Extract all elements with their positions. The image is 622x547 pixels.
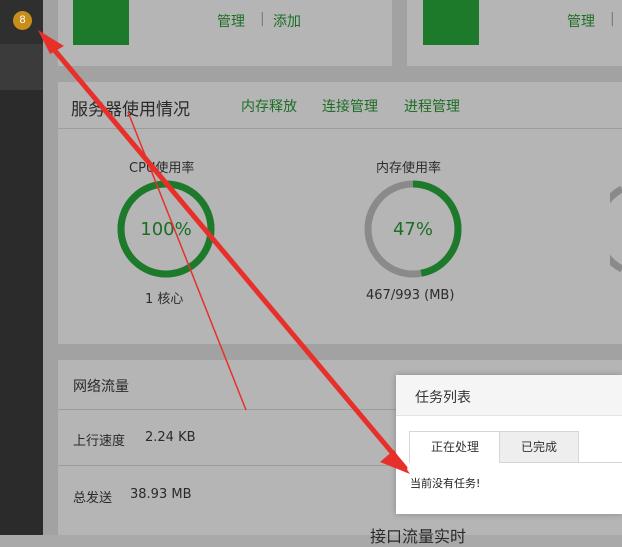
manage-link[interactable]: 管理: [567, 11, 595, 31]
panel-title: 服务器使用情况: [71, 100, 190, 120]
total-sent-value: 38.93 MB: [130, 487, 192, 502]
empty-task-message: 当前没有任务!: [410, 477, 481, 490]
cpu-label: CPU使用率: [129, 161, 195, 176]
tab-completed[interactable]: 已完成: [499, 431, 579, 463]
memory-value: 47%: [392, 219, 433, 240]
sidebar: 8: [0, 0, 43, 535]
server-usage-panel: 服务器使用情况 内存释放 连接管理 进程管理 CPU使用率 100% 1 核心 …: [58, 82, 622, 344]
manage-link[interactable]: 管理: [217, 11, 245, 31]
dialog-title: 任务列表: [415, 390, 471, 406]
tab-processing[interactable]: 正在处理: [409, 431, 501, 463]
memory-release-link[interactable]: 内存释放: [241, 96, 297, 116]
dialog-header: 任务列表: [396, 375, 622, 416]
link-separator: |: [610, 11, 615, 27]
database-card: 管理 |: [407, 0, 622, 66]
panel-title: 网络流量: [73, 379, 129, 395]
link-separator: |: [260, 11, 265, 27]
site-icon-block: [73, 0, 129, 45]
database-icon-block: [423, 0, 479, 45]
sidebar-item[interactable]: [0, 44, 43, 90]
task-list-dialog: 任务列表 正在处理 已完成 当前没有任务!: [396, 375, 622, 514]
tab-bar-line: [577, 462, 622, 463]
memory-detail: 467/993 (MB): [366, 288, 455, 303]
panel-divider: [58, 128, 622, 129]
upload-speed-value: 2.24 KB: [145, 430, 196, 445]
disk-gauge-track: [610, 185, 622, 273]
cpu-cores: 1 核心: [145, 292, 184, 307]
site-card: 管理 | 添加: [58, 0, 392, 66]
connection-manage-link[interactable]: 连接管理: [322, 96, 378, 116]
process-manage-link[interactable]: 进程管理: [404, 96, 460, 116]
cpu-value: 100%: [140, 219, 192, 240]
notification-badge[interactable]: 8: [13, 11, 32, 30]
interface-traffic-heading: 接口流量实时: [370, 527, 467, 546]
add-link[interactable]: 添加: [273, 11, 301, 31]
disk-gauge-partial: [610, 185, 622, 273]
upload-speed-label: 上行速度: [73, 434, 126, 449]
memory-label: 内存使用率: [376, 161, 442, 176]
total-sent-label: 总发送: [73, 491, 113, 506]
